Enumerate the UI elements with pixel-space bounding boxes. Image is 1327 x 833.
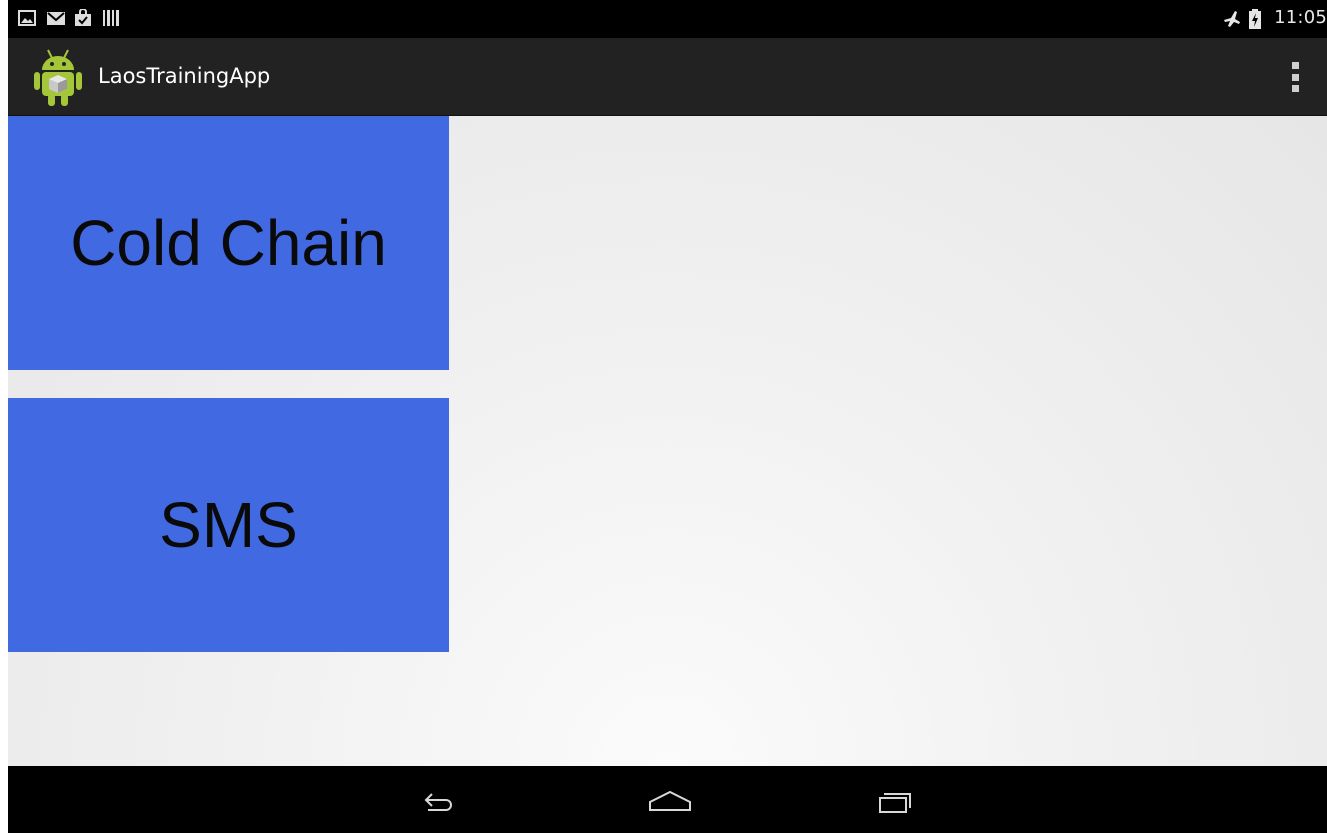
system-icons: 11:05 — [1222, 7, 1327, 29]
device-screen: 11:05 LaosTrainingApp Cold Chain SMS — [8, 0, 1327, 833]
navigation-bar — [8, 766, 1327, 833]
sms-button[interactable]: SMS — [8, 398, 449, 652]
barcode-icon — [102, 9, 120, 27]
sms-label: SMS — [159, 489, 298, 561]
recents-icon[interactable] — [864, 780, 924, 820]
gmail-icon — [46, 9, 65, 27]
android-app-icon[interactable] — [32, 46, 84, 108]
app-title: LaosTrainingApp — [98, 64, 271, 88]
airplane-mode-icon — [1222, 9, 1241, 27]
battery-charging-icon — [1248, 8, 1266, 29]
status-bar: 11:05 — [8, 0, 1327, 38]
notification-icons — [18, 8, 120, 27]
overflow-menu-icon[interactable] — [1283, 60, 1307, 94]
back-icon[interactable] — [406, 780, 466, 820]
main-content: Cold Chain SMS — [8, 116, 1327, 766]
picture-icon — [18, 9, 36, 27]
action-bar: LaosTrainingApp — [8, 38, 1327, 116]
home-icon[interactable] — [640, 780, 700, 820]
shopping-bag-icon — [74, 8, 92, 27]
clock: 11:05 — [1274, 7, 1327, 28]
cold-chain-button[interactable]: Cold Chain — [8, 116, 449, 370]
cold-chain-label: Cold Chain — [70, 207, 387, 279]
